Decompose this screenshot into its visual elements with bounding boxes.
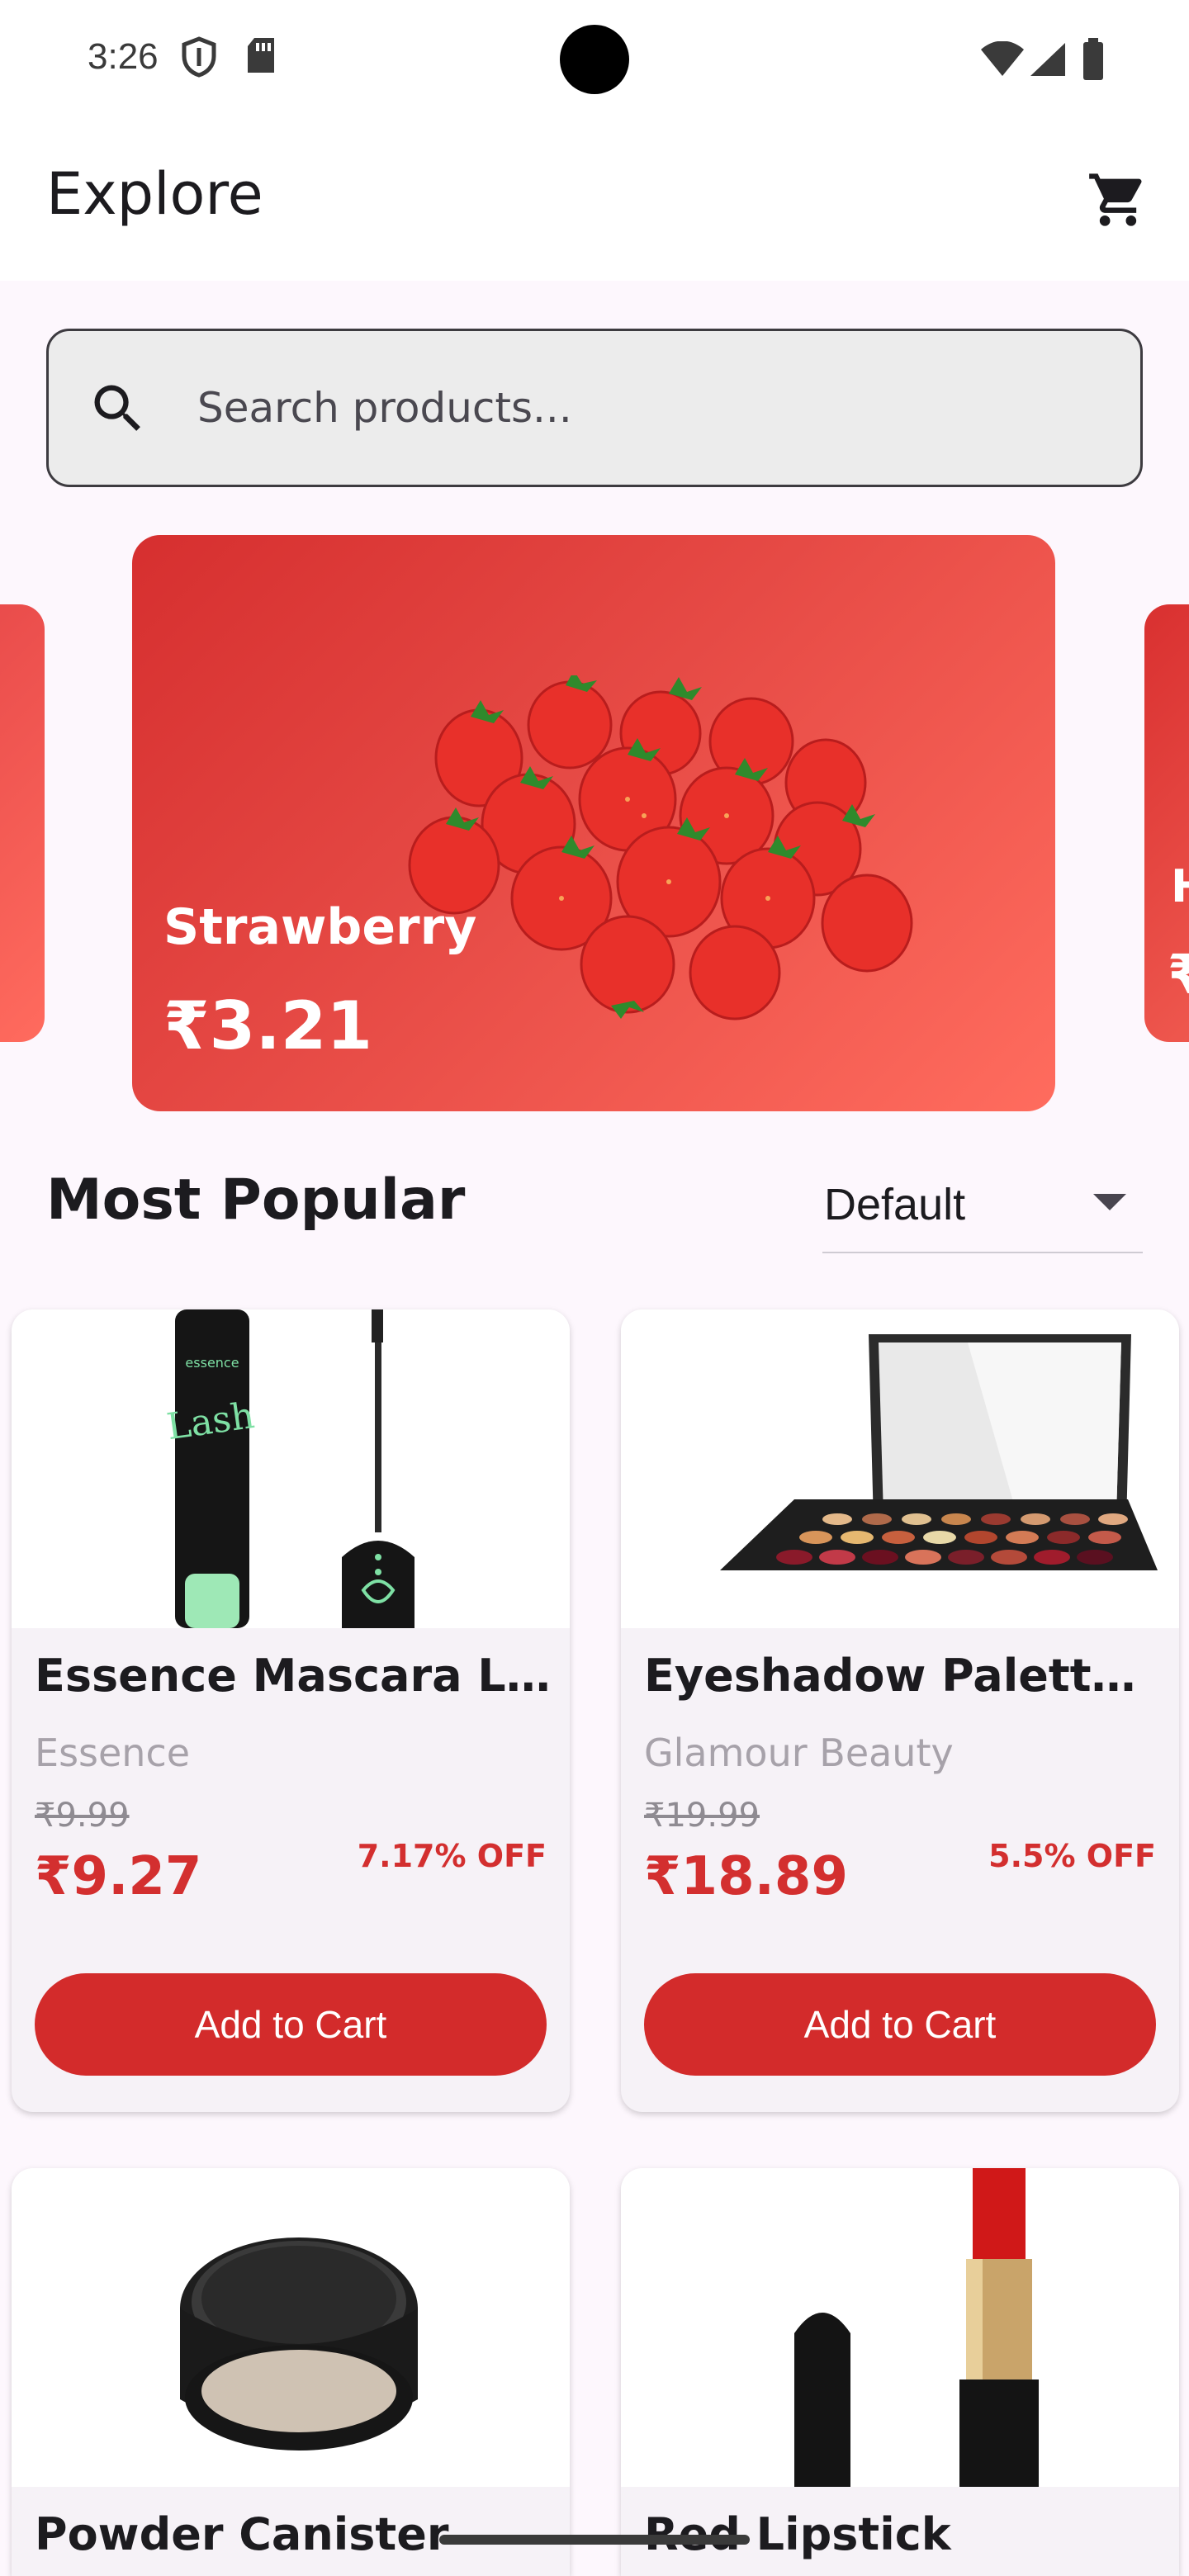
shopping-cart-icon	[1087, 168, 1149, 234]
camera-cutout	[560, 25, 629, 94]
carousel-prev-card[interactable]	[0, 604, 45, 1042]
sale-price: ₹9.27	[35, 1846, 202, 1907]
page-title: Explore	[46, 160, 263, 228]
product-card[interactable]: Eyeshadow Palette with Mirror Glamour Be…	[621, 1309, 1179, 2112]
carousel-next-card[interactable]: H ₹	[1144, 604, 1189, 1042]
svg-text:essence: essence	[185, 1355, 239, 1371]
original-price: ₹9.99	[35, 1797, 130, 1835]
product-brand: Glamour Beauty	[644, 1731, 954, 1775]
cart-button[interactable]	[1082, 165, 1154, 238]
status-time: 3:26	[88, 36, 159, 77]
discount-badge: 7.17% OFF	[357, 1838, 547, 1874]
product-image	[12, 2168, 570, 2487]
home-indicator[interactable]	[439, 2535, 750, 2545]
product-brand: Essence	[35, 1731, 191, 1775]
product-name: Essence Mascara Lash Princess	[35, 1650, 555, 1702]
featured-banner[interactable]: Strawberry ₹3.21	[132, 535, 1055, 1111]
product-image	[621, 2168, 1179, 2487]
product-card[interactable]: Red Lipstick	[621, 2168, 1179, 2576]
product-card[interactable]: Lash essence Essence Mascara Lash Prince…	[12, 1309, 570, 2112]
sort-dropdown[interactable]: Default	[822, 1159, 1143, 1253]
discount-badge: 5.5% OFF	[988, 1838, 1156, 1874]
search-icon	[87, 377, 149, 443]
search-bar[interactable]	[46, 329, 1143, 487]
sort-selected-value: Default	[824, 1180, 966, 1229]
strawberry-image	[380, 670, 1040, 1042]
banner-product-price: ₹3.21	[163, 987, 373, 1064]
battery-icon	[1082, 38, 1105, 84]
original-price: ₹19.99	[644, 1797, 760, 1835]
shield-icon	[180, 36, 218, 81]
cellular-signal-icon	[1029, 41, 1067, 81]
add-to-cart-button[interactable]: Add to Cart	[644, 1973, 1156, 2076]
app-bar: Explore	[0, 124, 1189, 281]
status-bar: 3:26	[0, 0, 1189, 124]
next-card-name-peek: H	[1171, 860, 1189, 912]
search-input[interactable]	[197, 331, 1106, 485]
sd-card-icon	[244, 36, 277, 78]
dropdown-arrow-icon	[1093, 1194, 1126, 1210]
add-to-cart-button[interactable]: Add to Cart	[35, 1973, 547, 2076]
product-image	[621, 1309, 1179, 1628]
product-name: Eyeshadow Palette with Mirror	[644, 1650, 1164, 1702]
next-card-price-peek: ₹	[1168, 943, 1189, 1006]
product-image: Lash essence	[12, 1309, 570, 1628]
section-title: Most Popular	[46, 1167, 466, 1233]
sale-price: ₹18.89	[644, 1846, 848, 1907]
wifi-icon	[979, 40, 1026, 81]
banner-product-name: Strawberry	[163, 898, 477, 956]
product-card[interactable]: Powder Canister	[12, 2168, 570, 2576]
